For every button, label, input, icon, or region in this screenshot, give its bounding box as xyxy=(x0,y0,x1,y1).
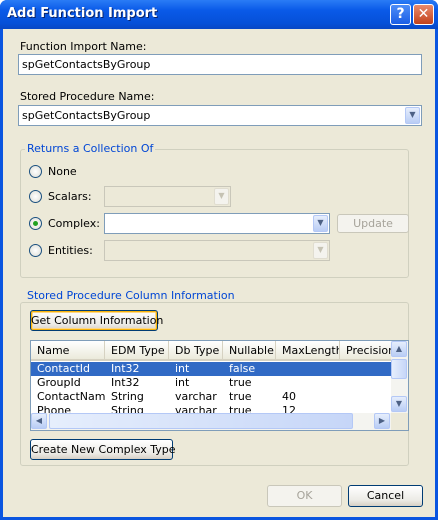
column-header-edm-type[interactable]: EDM Type xyxy=(105,341,169,360)
arrow-left-icon[interactable]: ◀ xyxy=(31,413,47,429)
complex-type-dropdown[interactable]: ▼ xyxy=(104,213,330,234)
get-column-information-button[interactable]: Get Column Information xyxy=(30,310,163,331)
grid-header: Name EDM Type Db Type Nullable MaxLength… xyxy=(31,341,391,361)
cell-db-type: int xyxy=(175,376,190,389)
dialog-window: Add Function Import ? ✕ Function Import … xyxy=(0,0,438,520)
returns-collection-title: Returns a Collection Of xyxy=(25,142,156,155)
cell-db-type: varchar xyxy=(175,390,217,403)
cell-nullable: true xyxy=(229,390,252,403)
radio-complex[interactable] xyxy=(29,217,42,230)
entities-dropdown[interactable]: ▼ xyxy=(104,240,330,261)
column-header-name[interactable]: Name xyxy=(31,341,105,360)
update-button[interactable]: Update xyxy=(337,214,409,233)
scalars-dropdown[interactable]: ▼ xyxy=(104,186,231,207)
cell-edm-type: String xyxy=(111,404,144,413)
chevron-down-icon: ▼ xyxy=(214,188,229,205)
radio-complex-label: Complex: xyxy=(48,217,100,230)
cell-nullable: true xyxy=(229,404,252,413)
chevron-down-icon[interactable]: ▼ xyxy=(405,107,420,124)
function-import-name-input[interactable]: spGetContactsByGroup xyxy=(18,54,422,75)
cell-name: ContactId xyxy=(37,362,91,375)
chevron-down-icon: ▼ xyxy=(313,242,328,259)
arrow-up-icon[interactable]: ▲ xyxy=(391,341,407,357)
cell-name: Phone xyxy=(37,404,72,413)
function-import-name-value: spGetContactsByGroup xyxy=(22,58,151,71)
column-header-db-type[interactable]: Db Type xyxy=(169,341,223,360)
stored-procedure-name-label: Stored Procedure Name: xyxy=(20,90,155,103)
arrow-right-icon[interactable]: ▶ xyxy=(374,413,390,429)
table-row[interactable]: ContactName String varchar true 40 xyxy=(31,390,391,404)
help-button[interactable]: ? xyxy=(390,4,411,25)
horizontal-scroll-thumb[interactable] xyxy=(49,413,353,429)
cell-maxlength: 12 xyxy=(282,404,296,413)
radio-scalars-label: Scalars: xyxy=(48,190,92,203)
cell-name: GroupId xyxy=(37,376,81,389)
radio-none-label: None xyxy=(48,165,77,178)
cell-nullable: true xyxy=(229,376,252,389)
horizontal-scrollbar[interactable]: ◀ ▶ xyxy=(31,413,391,430)
radio-scalars[interactable] xyxy=(29,190,42,203)
column-header-precision[interactable]: Precision xyxy=(340,341,391,360)
window-title: Add Function Import xyxy=(7,6,158,21)
table-row[interactable]: Phone String varchar true 12 xyxy=(31,404,391,413)
cell-db-type: int xyxy=(175,362,190,375)
dialog-body: Function Import Name: spGetContactsByGro… xyxy=(3,29,435,517)
cell-edm-type: Int32 xyxy=(111,376,140,389)
table-row[interactable]: GroupId Int32 int true xyxy=(31,376,391,390)
cell-maxlength xyxy=(276,376,340,390)
cell-name: ContactName xyxy=(37,390,105,403)
cancel-button[interactable]: Cancel xyxy=(348,485,423,507)
vertical-scrollbar[interactable]: ▲ ▼ xyxy=(391,341,408,413)
close-button[interactable]: ✕ xyxy=(413,4,434,25)
radio-none[interactable] xyxy=(29,165,42,178)
table-row[interactable]: ContactId Int32 int false xyxy=(31,362,391,376)
column-header-maxlength[interactable]: MaxLength xyxy=(276,341,340,360)
column-information-title: Stored Procedure Column Information xyxy=(25,289,237,302)
radio-entities-label: Entities: xyxy=(48,244,93,257)
cell-maxlength xyxy=(276,362,340,376)
function-import-name-label: Function Import Name: xyxy=(20,40,147,53)
stored-procedure-name-dropdown[interactable]: spGetContactsByGroup ▼ xyxy=(18,105,422,126)
column-header-nullable[interactable]: Nullable xyxy=(223,341,276,360)
ok-button[interactable]: OK xyxy=(267,485,342,507)
title-bar[interactable]: Add Function Import ? ✕ xyxy=(0,0,438,29)
column-information-grid[interactable]: Name EDM Type Db Type Nullable MaxLength… xyxy=(30,340,409,431)
create-new-complex-type-button[interactable]: Create New Complex Type xyxy=(30,439,176,460)
cell-nullable: false xyxy=(229,362,256,375)
cell-db-type: varchar xyxy=(175,404,217,413)
scrollbar-corner xyxy=(391,413,408,430)
cell-edm-type: String xyxy=(111,390,144,403)
stored-procedure-name-value: spGetContactsByGroup xyxy=(22,109,151,122)
radio-selected-dot xyxy=(33,221,38,226)
radio-entities[interactable] xyxy=(29,244,42,257)
chevron-down-icon[interactable]: ▼ xyxy=(313,215,328,232)
cell-maxlength: 40 xyxy=(282,390,296,403)
vertical-scroll-thumb[interactable] xyxy=(391,359,407,379)
cell-edm-type: Int32 xyxy=(111,362,140,375)
arrow-down-icon[interactable]: ▼ xyxy=(391,396,407,412)
